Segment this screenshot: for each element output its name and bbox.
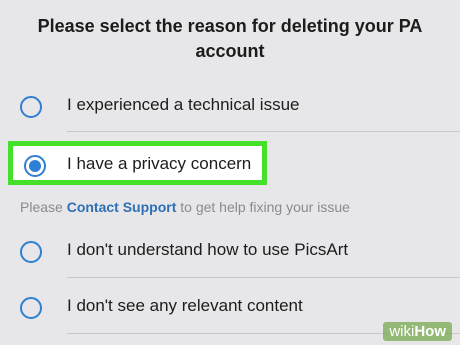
contact-support-link[interactable]: Contact Support [67,199,177,215]
divider [67,131,460,132]
hint-suffix: to get help fixing your issue [180,199,350,215]
option-label: I have a privacy concern [67,154,252,173]
option-label: I don't understand how to use PicsArt [67,240,349,259]
reason-option-privacy-concern[interactable]: I have a privacy concern [8,141,267,185]
watermark-wiki: wiki [389,323,415,340]
radio-button[interactable] [20,241,42,263]
divider [67,277,460,278]
watermark-how: How [414,323,446,340]
reason-option-dont-understand[interactable]: I don't understand how to use PicsArt [0,233,460,273]
reason-option-technical-issue[interactable]: I experienced a technical issue [0,88,460,128]
support-hint: Please Contact Support to get help fixin… [20,199,350,215]
radio-button[interactable] [20,96,42,118]
radio-button-selected[interactable] [24,155,46,177]
option-label: I experienced a technical issue [67,95,300,114]
hint-prefix: Please [20,199,63,215]
option-label: I don't see any relevant content [67,296,303,315]
radio-button[interactable] [20,297,42,319]
page-title: Please select the reason for deleting yo… [37,16,423,61]
wikihow-watermark: wikiHow [383,322,452,341]
